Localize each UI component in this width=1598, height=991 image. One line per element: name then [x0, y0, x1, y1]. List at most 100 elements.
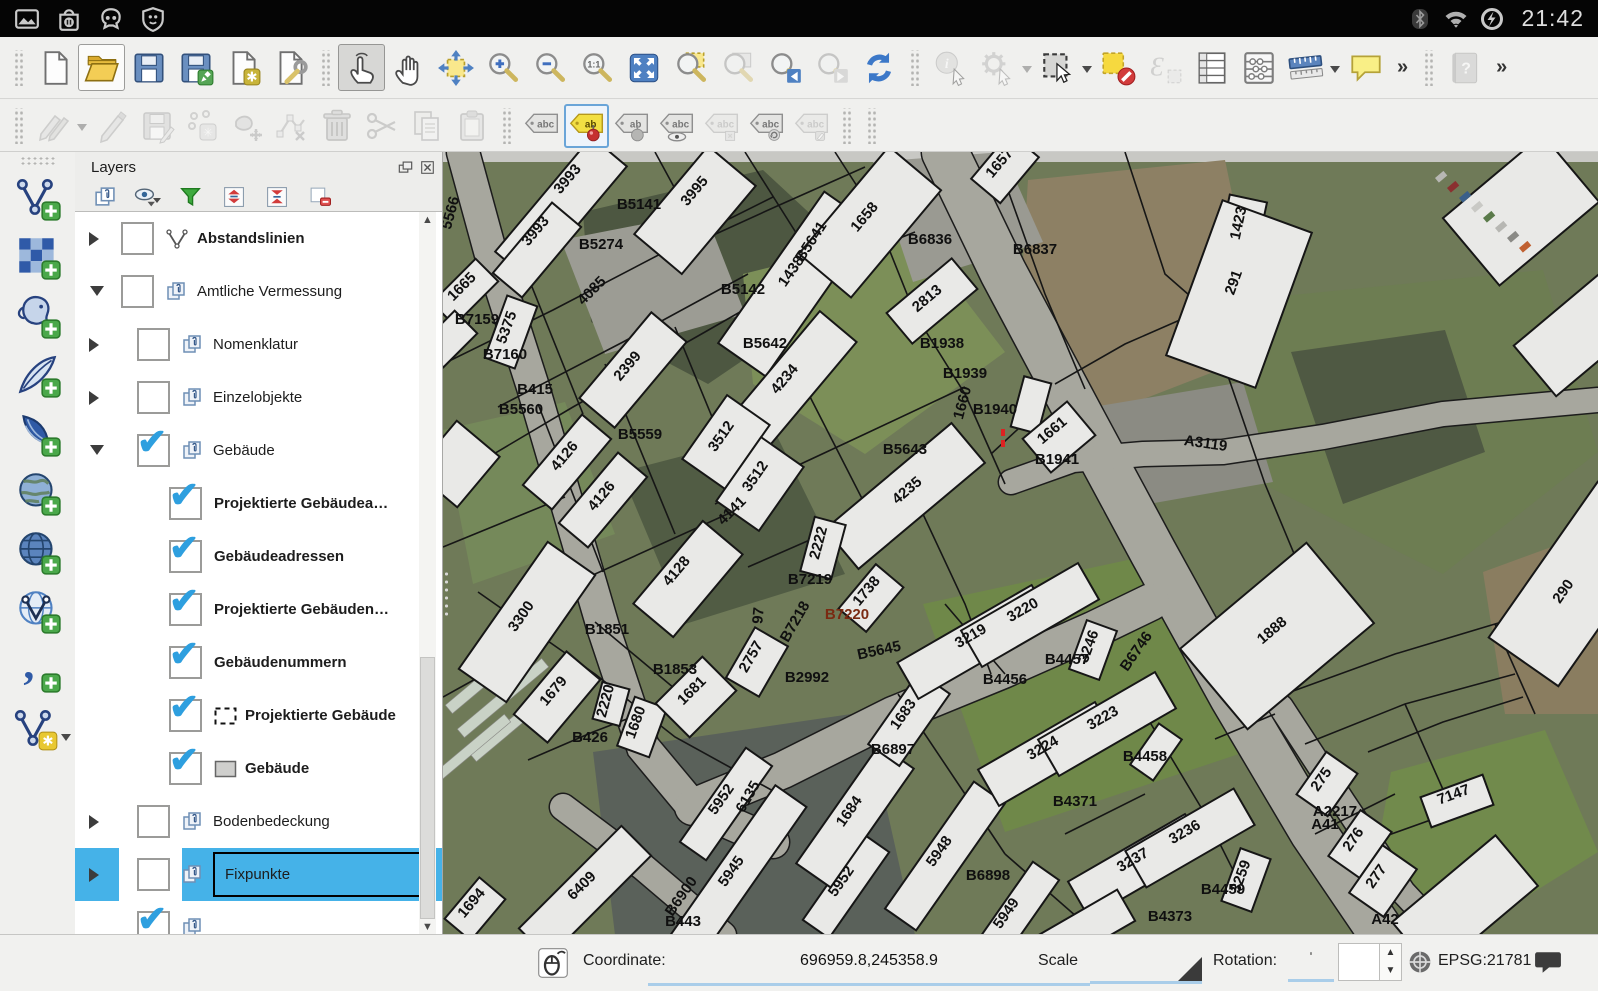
- map-canvas[interactable]: 5566 3993 3993 3995 B5141 B5274 B5142 B5641 1658…: [443, 152, 1598, 935]
- tree-scrollbar[interactable]: ▲ ▼: [419, 212, 436, 935]
- toolbar-handle[interactable]: [13, 107, 24, 144]
- layer-item-amtliche-vermessung[interactable]: Amtliche Vermessung: [75, 265, 442, 318]
- layer-checkbox[interactable]: [137, 805, 170, 838]
- dropdown-caret-icon[interactable]: [60, 733, 71, 746]
- new-shapefile-layer-button[interactable]: ✱: [5, 699, 67, 758]
- layer-checkbox[interactable]: ✔: [169, 636, 202, 679]
- scroll-thumb[interactable]: [420, 657, 435, 919]
- layer-item-bodenbedeckung[interactable]: Bodenbedeckung: [75, 795, 442, 848]
- rotation-spin-arrows[interactable]: ▲ ▼: [1380, 943, 1402, 981]
- zoom-to-selection-button[interactable]: [667, 44, 714, 91]
- layer-checkbox[interactable]: ✔: [169, 689, 202, 732]
- toolbar-handle[interactable]: [320, 49, 331, 86]
- dropdown-caret-icon[interactable]: [1022, 65, 1032, 78]
- layer-item-geb-udenummern[interactable]: ✔ Gebäudenummern: [75, 636, 442, 689]
- collapse-all-button[interactable]: [259, 183, 293, 209]
- add-wcs-layer-button[interactable]: [7, 522, 69, 581]
- panel-splitter[interactable]: [443, 570, 450, 616]
- composer-manager-button[interactable]: [266, 44, 313, 91]
- coordinate-input[interactable]: 696959.8,245358.9: [648, 943, 1090, 986]
- add-group-button[interactable]: [87, 183, 121, 209]
- dropdown-caret-icon[interactable]: [1082, 65, 1092, 78]
- zoom-full-button[interactable]: [620, 44, 667, 91]
- layer-checkbox[interactable]: [121, 222, 154, 255]
- scale-dropdown-icon[interactable]: [1178, 957, 1202, 981]
- add-raster-layer-button[interactable]: [7, 227, 69, 286]
- zoom-last-button[interactable]: [761, 44, 808, 91]
- layer-item-projektierte-geb-ude[interactable]: ✔ Projektierte Gebäude: [75, 689, 442, 742]
- add-postgis-layer-button[interactable]: [7, 286, 69, 345]
- close-panel-icon[interactable]: [419, 159, 436, 176]
- expand-all-button[interactable]: [216, 183, 250, 209]
- zoom-out-button[interactable]: [526, 44, 573, 91]
- pin-labels-button[interactable]: ab: [564, 103, 609, 148]
- toolbar-handle[interactable]: [841, 107, 852, 144]
- scale-combobox[interactable]: [1090, 945, 1202, 984]
- layer-checkbox[interactable]: ✔: [169, 742, 202, 785]
- expander-icon[interactable]: [75, 318, 119, 371]
- toolbar-overflow-icon[interactable]: »: [1397, 56, 1408, 78]
- layer-checkbox[interactable]: ✔: [137, 424, 170, 467]
- open-attribute-table-button[interactable]: [1188, 44, 1235, 91]
- zoom-native-button[interactable]: 1:1: [573, 44, 620, 91]
- toolbar-handle[interactable]: [19, 156, 56, 166]
- highlight-pinned-labels-button[interactable]: ab: [609, 104, 654, 148]
- layer-checkbox[interactable]: [137, 858, 170, 891]
- toolbar-handle[interactable]: [13, 49, 24, 86]
- pan-to-selection-button[interactable]: [432, 44, 479, 91]
- add-wfs-layer-button[interactable]: [7, 581, 69, 640]
- scroll-up-icon[interactable]: ▲: [419, 212, 436, 228]
- layer-item-einzelobjekte[interactable]: Einzelobjekte: [75, 371, 442, 424]
- measure-line-button[interactable]: [1282, 44, 1329, 91]
- save-project-button[interactable]: [125, 44, 172, 91]
- extents-toggle-icon[interactable]: [537, 947, 569, 979]
- layer-checkbox[interactable]: ✔: [169, 530, 202, 573]
- add-mssql-layer-button[interactable]: [7, 404, 69, 463]
- rotation-spinbox[interactable]: [1338, 943, 1380, 981]
- scroll-down-icon[interactable]: ▼: [419, 919, 436, 935]
- new-composer-button[interactable]: ✱: [219, 44, 266, 91]
- layer-item-geb-ude[interactable]: ✔ Gebäude: [75, 742, 442, 795]
- layer-checkbox[interactable]: ✔: [169, 583, 202, 626]
- pan-map-button[interactable]: [385, 44, 432, 91]
- overflow-button[interactable]: »: [1488, 56, 1515, 79]
- toolbar-handle[interactable]: [501, 107, 512, 144]
- add-spatialite-layer-button[interactable]: [7, 345, 69, 404]
- refresh-map-button[interactable]: [855, 44, 902, 91]
- overflow-button[interactable]: »: [1389, 56, 1416, 79]
- add-vector-layer-button[interactable]: [7, 168, 69, 227]
- toolbar-handle[interactable]: [1423, 49, 1435, 86]
- rotation-value-field[interactable]: ʹ: [1288, 949, 1334, 982]
- toolbar-overflow-icon[interactable]: »: [1496, 56, 1507, 78]
- zoom-in-button[interactable]: [479, 44, 526, 91]
- dropdown-caret-icon[interactable]: [77, 123, 87, 136]
- layer-checkbox[interactable]: ✔: [137, 901, 170, 935]
- expander-icon[interactable]: [75, 212, 119, 265]
- expander-icon[interactable]: [75, 848, 119, 901]
- toolbar-handle[interactable]: [909, 49, 920, 86]
- layer-item-nomenklatur[interactable]: Nomenklatur: [75, 318, 442, 371]
- layer-checkbox[interactable]: [121, 275, 154, 308]
- layer-checkbox[interactable]: [137, 381, 170, 414]
- new-project-button[interactable]: [31, 44, 78, 91]
- messages-icon[interactable]: [1534, 949, 1562, 975]
- expander-icon[interactable]: [75, 795, 119, 848]
- layer-item-projektierte-geb-uden[interactable]: ✔ Projektierte Gebäuden…: [75, 583, 442, 636]
- layer-checkbox[interactable]: [137, 328, 170, 361]
- toolbar-handle[interactable]: [866, 107, 877, 144]
- map-tips-button[interactable]: [1342, 44, 1389, 91]
- expander-icon[interactable]: [75, 265, 119, 318]
- aerial-map[interactable]: 5566399339933995B5141B5274B5142B56411658…: [443, 152, 1598, 935]
- layer-item-projektierte-geb-udea[interactable]: ✔ Projektierte Gebäudea…: [75, 477, 442, 530]
- expander-icon[interactable]: [75, 424, 119, 477]
- label-options-button[interactable]: abc: [519, 104, 564, 148]
- layer-item-geb-udeadressen[interactable]: ✔ Gebäudeadressen: [75, 530, 442, 583]
- touch-zoom-button[interactable]: [338, 44, 385, 91]
- save-project-as-button[interactable]: [172, 44, 219, 91]
- deselect-features-button[interactable]: [1094, 44, 1141, 91]
- add-delimited-text-layer-button[interactable]: ,: [7, 640, 69, 699]
- open-project-button[interactable]: [78, 44, 125, 91]
- float-panel-icon[interactable]: [397, 159, 414, 176]
- expander-icon[interactable]: [75, 371, 119, 424]
- manage-layer-visibility-button[interactable]: [130, 183, 164, 209]
